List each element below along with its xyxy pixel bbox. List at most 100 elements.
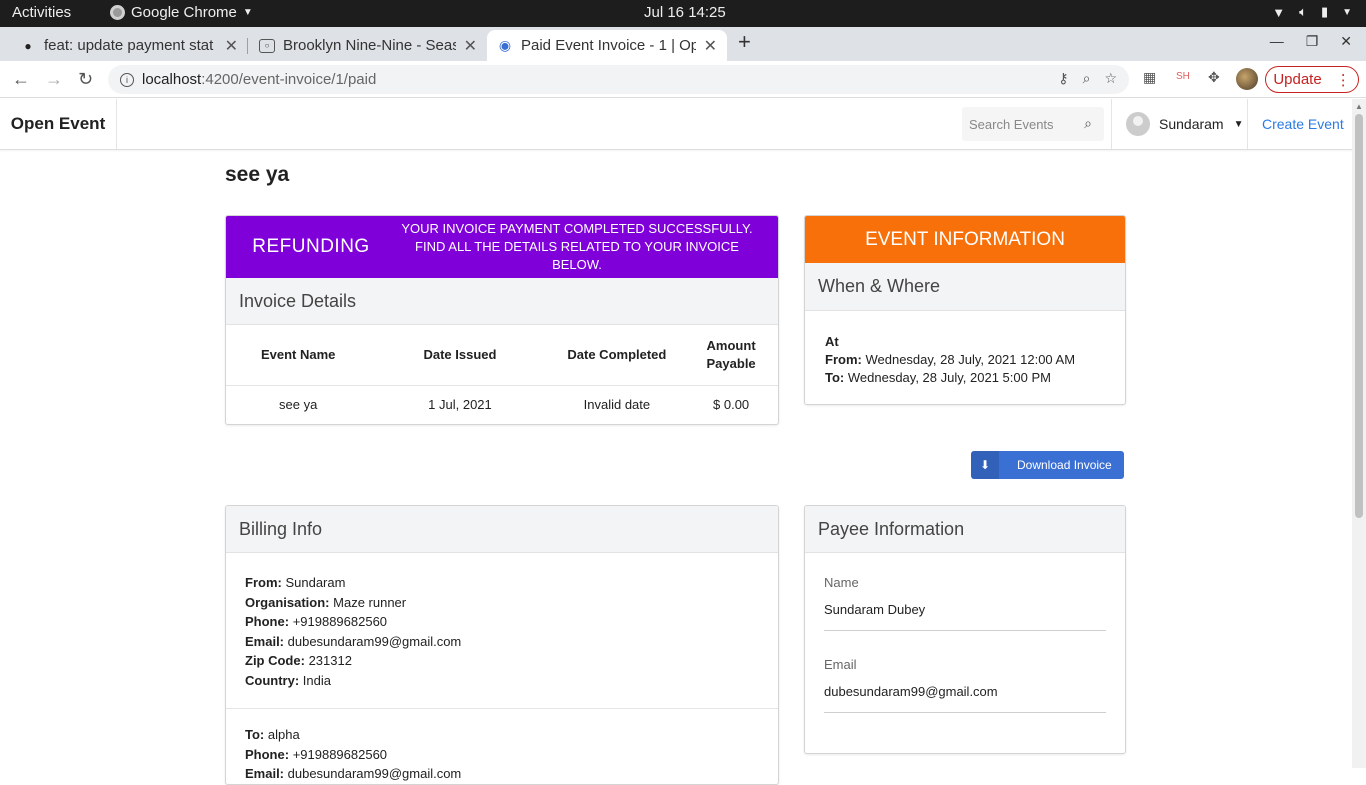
field-label: Phone: — [245, 746, 290, 762]
field-label: Country: — [245, 672, 300, 688]
scroll-up-icon[interactable]: ▲ — [1355, 102, 1363, 111]
url-path: :4200/event-invoice/1/paid — [201, 71, 377, 88]
billing-line: Email: dubesundaram99@gmail.com — [245, 764, 759, 784]
billing-from-section: From: Sundaram Organisation: Maze runner… — [226, 553, 778, 708]
tab-paid-invoice[interactable]: ◉ Paid Event Invoice - 1 | Op ✕ — [487, 30, 727, 61]
url-host: localhost — [142, 71, 202, 88]
system-tray[interactable]: ▼ 🔈︎ ▮ ▼ — [1272, 4, 1352, 20]
open-event-icon: ◉ — [498, 37, 512, 53]
close-window-icon[interactable]: ✕ — [1340, 33, 1352, 50]
invoice-details-heading: Invoice Details — [226, 278, 778, 325]
column-header: Date Completed — [549, 325, 685, 386]
event-info-banner: EVENT INFORMATION — [805, 216, 1125, 263]
table-cell: see ya — [279, 396, 318, 412]
scrollbar-thumb[interactable] — [1355, 114, 1363, 518]
status-label: REFUNDING — [252, 236, 370, 257]
billing-line: Organisation: Maze runner — [245, 593, 759, 613]
table-cell: 1 Jul, 2021 — [428, 396, 492, 412]
billing-to-section: To: alpha Phone: +919889682560 Email: du… — [226, 708, 778, 784]
from-value: Wednesday, 28 July, 2021 12:00 AM — [865, 352, 1076, 367]
reload-icon[interactable]: ↻ — [78, 69, 93, 90]
field-label: Phone: — [245, 614, 290, 629]
billing-info-heading: Billing Info — [226, 506, 778, 553]
field-label: To: — [245, 727, 265, 742]
name-label: Name — [824, 575, 859, 590]
tab-brooklyn[interactable]: ○ Brooklyn Nine-Nine - Seas ✕ — [249, 30, 487, 61]
search-icon[interactable]: ⌕ — [1084, 115, 1092, 132]
qr-extension-icon[interactable]: ▦ — [1143, 69, 1156, 86]
sh-extension-icon[interactable]: SH — [1176, 71, 1190, 82]
activities-button[interactable]: Activities — [12, 4, 71, 21]
download-invoice-label: Download Invoice — [1017, 458, 1112, 472]
clock[interactable]: Jul 16 14:25 — [644, 4, 726, 21]
caret-down-icon: ▼ — [1233, 118, 1244, 130]
invoice-card: REFUNDING YOUR INVOICE PAYMENT COMPLETED… — [225, 215, 779, 425]
field-value: 231312 — [308, 653, 352, 668]
puzzle-extensions-icon[interactable]: ✥ — [1208, 69, 1220, 86]
billing-line: Phone: +919889682560 — [245, 612, 759, 632]
field-value: India — [302, 672, 331, 688]
volume-icon: 🔈︎ — [1299, 4, 1307, 19]
user-menu[interactable]: Sundaram ▼ — [1111, 99, 1248, 149]
field-value: +919889682560 — [292, 614, 388, 629]
app-menu[interactable]: Google Chrome ▼ — [110, 4, 253, 21]
download-invoice-button[interactable]: ⬇ Download Invoice — [971, 451, 1124, 479]
close-icon[interactable]: ✕ — [225, 36, 238, 56]
event-info-card: EVENT INFORMATION When & Where At From: … — [804, 215, 1126, 405]
maximize-icon[interactable]: ❐ — [1306, 33, 1319, 50]
new-tab-button[interactable]: + — [738, 29, 751, 55]
chevron-down-icon: ▼ — [1342, 6, 1352, 18]
address-bar[interactable]: i localhost:4200/event-invoice/1/paid ⚷ … — [108, 65, 1129, 94]
kebab-menu-icon[interactable]: ⋮ — [1336, 71, 1351, 89]
payee-info-heading: Payee Information — [805, 506, 1125, 553]
table-header-row: Event Name Date Issued Date Completed Am… — [226, 325, 778, 386]
tab-github[interactable]: ● feat: update payment stat ✕ — [10, 30, 248, 61]
field-value: alpha — [267, 727, 300, 742]
close-icon[interactable]: ✕ — [464, 36, 477, 56]
search-events[interactable]: Search Events ⌕ — [962, 107, 1104, 141]
field-value: Maze runner — [333, 594, 407, 610]
app-name: Google Chrome — [131, 4, 237, 21]
update-label: Update — [1273, 71, 1322, 88]
email-value: dubesundaram99@gmail.com — [824, 684, 1106, 713]
field-label: From: — [245, 575, 282, 590]
create-event-link[interactable]: Create Event — [1262, 116, 1344, 132]
field-value: Sundaram — [285, 575, 346, 590]
update-button[interactable]: Update ⋮ — [1265, 66, 1359, 93]
download-icon: ⬇ — [971, 451, 999, 479]
search-input[interactable]: Search Events — [969, 117, 1054, 132]
field-label: Email: — [245, 633, 285, 649]
column-header: Date Issued — [370, 325, 550, 386]
payee-fields: Name Sundaram Dubey Email dubesundaram99… — [805, 553, 1125, 713]
page-scrollbar[interactable]: ▲ — [1352, 99, 1366, 768]
billing-line: From: Sundaram — [245, 573, 759, 593]
table-cell: Invalid date — [583, 396, 651, 412]
field-label: Organisation: — [245, 594, 330, 610]
zoom-icon[interactable]: ⌕ — [1083, 70, 1091, 87]
tab-title: feat: update payment stat — [44, 37, 214, 54]
profile-avatar[interactable] — [1236, 68, 1258, 90]
minimize-icon[interactable]: — — [1270, 33, 1284, 50]
tab-title: Brooklyn Nine-Nine - Seas — [283, 37, 456, 54]
bookmark-star-icon[interactable]: ☆ — [1104, 70, 1117, 87]
field-label: Zip Code: — [245, 653, 305, 668]
key-icon[interactable]: ⚷ — [1058, 70, 1068, 87]
user-name: Sundaram — [1159, 116, 1224, 132]
forward-arrow-icon[interactable]: → — [45, 69, 63, 90]
close-icon[interactable]: ✕ — [704, 36, 717, 56]
invoice-table: Event Name Date Issued Date Completed Am… — [226, 325, 778, 423]
at-label: At — [825, 334, 839, 349]
back-arrow-icon[interactable]: ← — [12, 69, 30, 90]
browser-toolbar: ← → ↻ i localhost:4200/event-invoice/1/p… — [0, 61, 1366, 98]
site-info-icon[interactable]: i — [120, 72, 134, 87]
billing-line: Email: dubesundaram99@gmail.com — [245, 632, 759, 652]
billing-line: Phone: +919889682560 — [245, 745, 759, 765]
billing-line: Zip Code: 231312 — [245, 651, 759, 671]
brand-logo[interactable]: Open Event — [0, 99, 117, 149]
email-label: Email — [824, 657, 857, 672]
billing-line: Country: India — [245, 671, 759, 691]
status-message-line: FIND ALL THE DETAILS RELATED TO YOUR INV… — [415, 239, 739, 272]
name-value: Sundaram Dubey — [824, 602, 1106, 631]
table-row: see ya 1 Jul, 2021 Invalid date $ 0.00 — [226, 385, 778, 423]
wifi-icon: ▼ — [1272, 4, 1286, 20]
